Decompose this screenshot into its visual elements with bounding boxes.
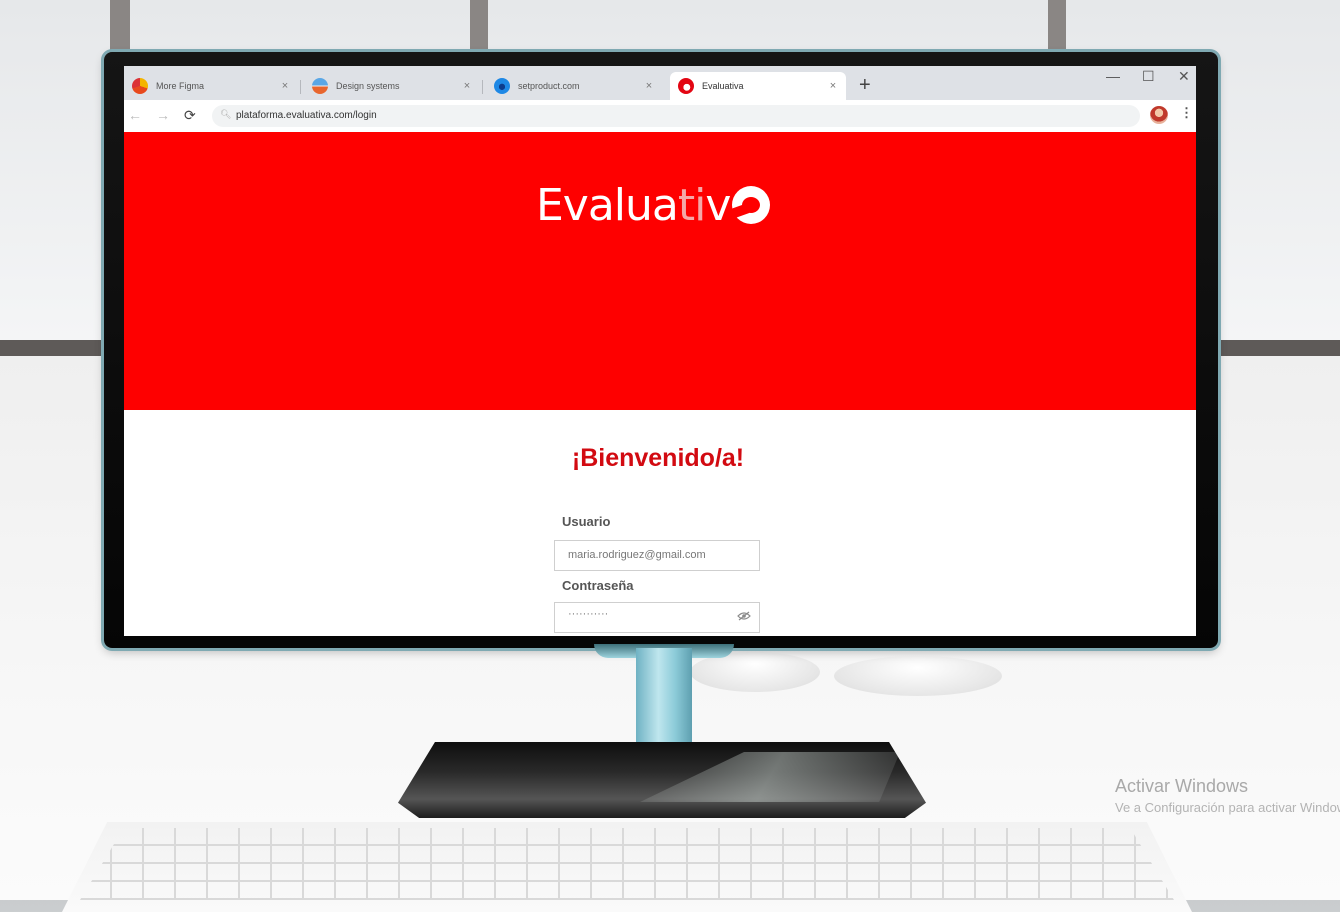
activation-watermark-title: Activar Windows <box>1115 776 1249 796</box>
tab-separator <box>482 80 483 94</box>
welcome-heading: ¡Bienvenido/a! <box>571 444 745 472</box>
tab-title: More Figma <box>156 81 205 91</box>
evaluativa-icon <box>678 78 694 94</box>
window-pane-left <box>0 0 110 340</box>
hero-banner <box>124 132 1196 410</box>
address-bar[interactable]: 🔍︎ plataforma.evaluativa.com/login ☆ <box>212 105 1140 127</box>
close-icon[interactable]: × <box>826 80 840 92</box>
url-text: plataforma.evaluativa.com/login <box>236 110 377 121</box>
bowl <box>834 656 1002 696</box>
password-label: Contraseña <box>562 578 634 593</box>
profile-avatar[interactable] <box>1150 106 1168 124</box>
tab-design-systems[interactable]: Design systems × <box>304 72 480 100</box>
maximize-button[interactable]: ☐ <box>1142 68 1155 85</box>
tab-setproduct[interactable]: setproduct.com × <box>486 72 662 100</box>
username-label: Usuario <box>562 514 611 529</box>
search-icon: 🔍︎ <box>220 109 232 119</box>
password-field[interactable]: ··········· <box>554 602 760 633</box>
setproduct-icon <box>494 78 510 94</box>
username-value: maria.rodriguez@gmail.com <box>568 549 706 561</box>
tab-title: setproduct.com <box>518 81 580 91</box>
tab-title: Design systems <box>336 81 400 91</box>
minimize-button[interactable]: — <box>1106 68 1120 84</box>
evaluativa-logo: Evalua ti v <box>536 179 771 231</box>
forward-button[interactable]: → <box>156 107 170 123</box>
tab-bar: More Figma × Design systems × setproduct… <box>124 66 1196 100</box>
logo-text: Evalua <box>536 179 679 231</box>
reload-button[interactable]: ⟳ <box>184 107 196 124</box>
screen: More Figma × Design systems × setproduct… <box>124 66 1196 636</box>
logo-text-accent: ti <box>677 179 707 231</box>
bowl <box>690 652 820 692</box>
close-icon[interactable]: × <box>642 80 656 92</box>
figma-pie-icon <box>132 78 148 94</box>
back-button[interactable]: ← <box>128 107 142 123</box>
more-menu-icon[interactable]: ⋮ <box>1180 105 1193 121</box>
logo-a-icon <box>732 186 771 224</box>
username-field[interactable]: maria.rodriguez@gmail.com <box>554 540 760 571</box>
activation-watermark-subtitle: Ve a Configuración para activar Windows. <box>1115 800 1340 815</box>
tab-evaluativa[interactable]: Evaluativa × <box>670 72 846 100</box>
close-icon[interactable]: × <box>460 80 474 92</box>
keyboard-keys <box>80 828 1174 900</box>
tab-title: Evaluativa <box>702 81 744 91</box>
monitor-neck <box>636 648 692 758</box>
new-tab-button[interactable]: + <box>859 74 871 96</box>
close-window-button[interactable]: ✕ <box>1178 68 1190 85</box>
close-icon[interactable]: × <box>278 80 292 92</box>
globe-icon <box>312 78 328 94</box>
tab-more-figma[interactable]: More Figma × <box>124 72 298 100</box>
password-value: ··········· <box>568 608 609 620</box>
tab-separator <box>300 80 301 94</box>
hide-password-icon[interactable] <box>737 611 751 624</box>
browser-toolbar: ← → ⟳ 🔍︎ plataforma.evaluativa.com/login… <box>124 100 1196 133</box>
logo-text-tail: v <box>705 179 731 231</box>
